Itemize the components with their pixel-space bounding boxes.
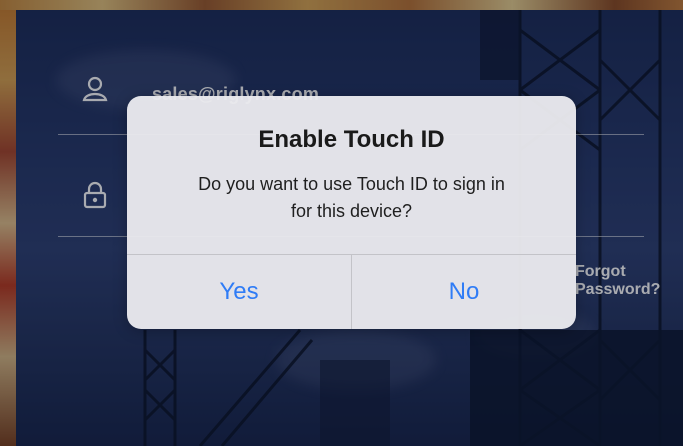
yes-button[interactable]: Yes [127, 255, 351, 329]
touch-id-alert: Enable Touch ID Do you want to use Touch… [127, 96, 576, 329]
alert-message: Do you want to use Touch ID to sign in f… [151, 171, 552, 225]
no-button[interactable]: No [352, 255, 576, 329]
alert-message-line-2: for this device? [290, 201, 413, 221]
login-screen: sales@riglynx.com Forgot Password? Enabl… [0, 0, 683, 446]
alert-message-line-1: Do you want to use Touch ID to sign in [198, 174, 505, 194]
alert-title: Enable Touch ID [258, 126, 445, 153]
